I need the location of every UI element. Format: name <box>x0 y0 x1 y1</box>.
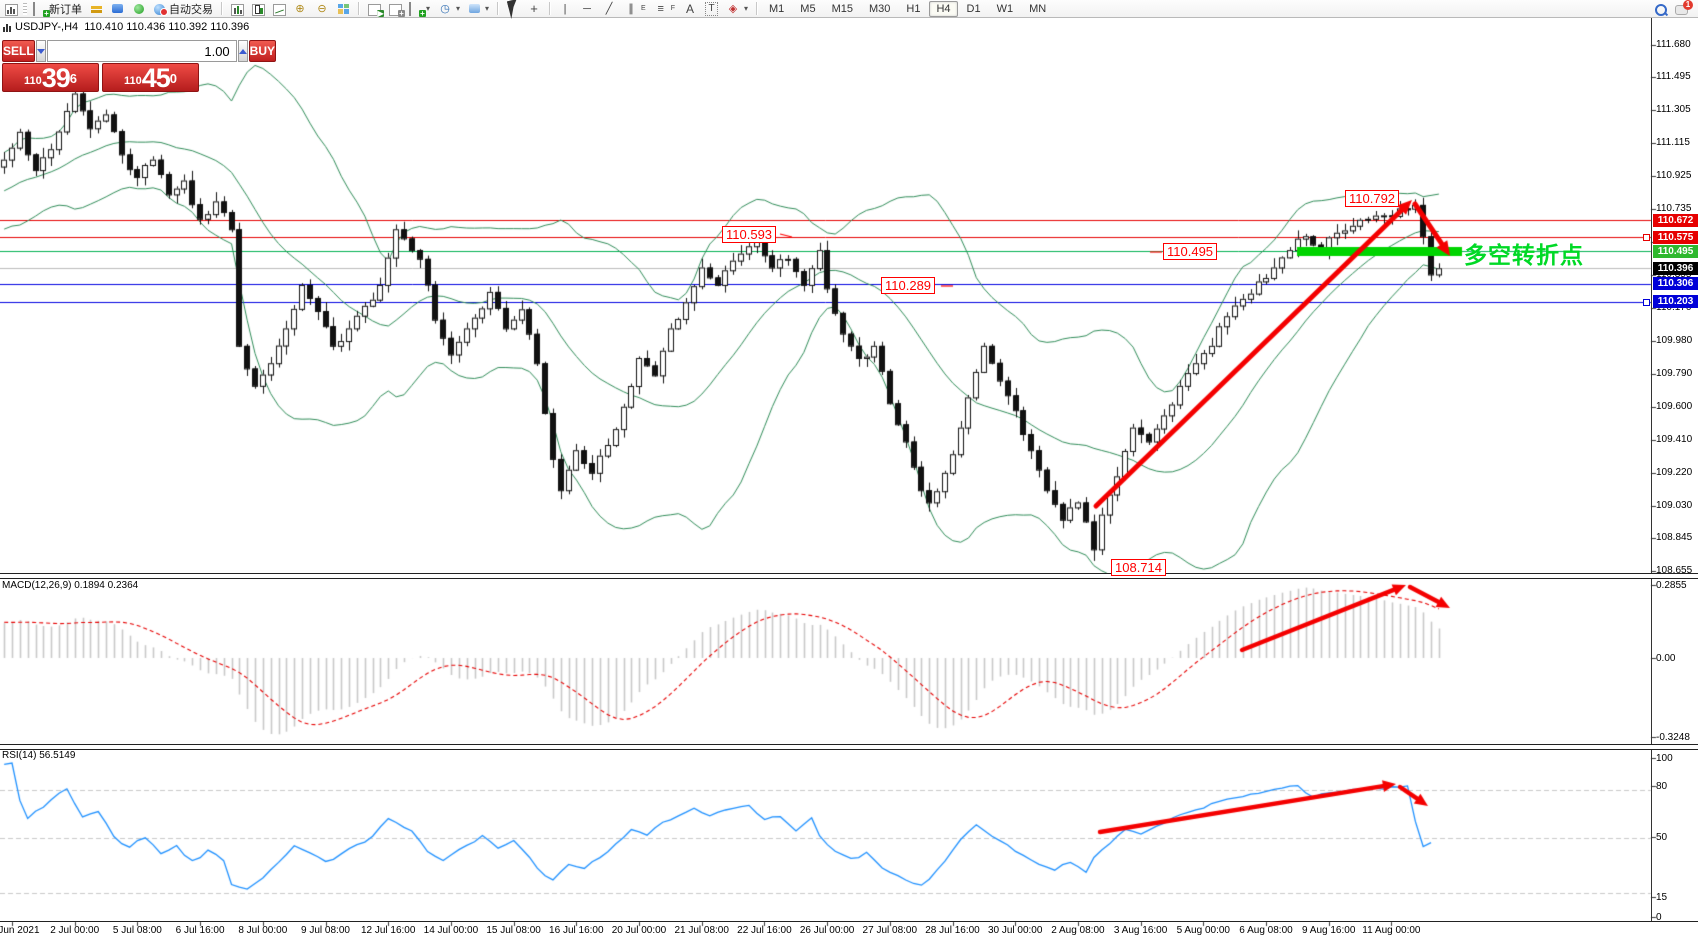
price-annotation-label[interactable]: 110.289 <box>881 277 935 294</box>
time-tick-label: 30 Jul 00:00 <box>988 925 1043 936</box>
price-tick-label: 108.845 <box>1656 532 1692 543</box>
price-tick-label: 111.115 <box>1656 137 1690 148</box>
buy-button[interactable]: BUY <box>249 40 276 62</box>
time-tick-label: 2 Jul 00:00 <box>50 925 99 936</box>
price-level-badge: 110.672 <box>1653 214 1698 227</box>
time-tick-label: 9 Aug 16:00 <box>1302 925 1355 936</box>
price-tick-label: 111.305 <box>1656 104 1691 115</box>
time-tick-label: 20 Jul 00:00 <box>612 925 667 936</box>
time-tick-label: 3 Aug 16:00 <box>1114 925 1167 936</box>
macd-rsi-splitter[interactable] <box>0 744 1698 750</box>
price-annotation-label[interactable]: 110.593 <box>722 226 776 243</box>
time-tick-label: 27 Jul 08:00 <box>863 925 918 936</box>
turning-point-annotation[interactable]: 多空转折点 <box>1464 236 1584 270</box>
price-tick-label: 109.790 <box>1656 368 1692 379</box>
price-tick-label: 110.925 <box>1656 170 1691 181</box>
indicator-tick-label: 80 <box>1656 781 1667 792</box>
time-tick-label: 26 Jul 00:00 <box>800 925 855 936</box>
time-tick-label: 12 Jul 16:00 <box>361 925 416 936</box>
price-tick-label: 109.980 <box>1656 335 1692 346</box>
price-tick-label: 111.495 <box>1656 71 1691 82</box>
mt4-terminal: + 新订单 自动交易 ⊕ ⊖ ▶ + +▾ ◷▾ ▾ + | ─ ╱ ∥E ≡F… <box>0 0 1698 941</box>
time-tick-label: 5 Aug 00:00 <box>1177 925 1230 936</box>
one-click-trading-panel: SELL BUY 110396 110450 <box>2 40 199 92</box>
symbol-period-label: USDJPY-,H4 <box>15 21 78 33</box>
time-tick-label: 6 Aug 08:00 <box>1239 925 1292 936</box>
buy-price-display[interactable]: 110450 <box>102 63 199 92</box>
price-tick-label: 109.600 <box>1656 401 1692 412</box>
lot-decrease-button[interactable] <box>36 40 46 62</box>
price-level-badge: 110.495 <box>1653 245 1698 258</box>
ohlc-values: 110.410 110.436 110.392 110.396 <box>84 21 249 33</box>
price-tick-label: 111.680 <box>1656 39 1691 50</box>
price-level-badge: 110.306 <box>1653 277 1698 290</box>
time-tick-label: 8 Jul 00:00 <box>238 925 287 936</box>
chart-title: USDJPY-,H4 110.410 110.436 110.392 110.3… <box>15 21 249 33</box>
time-tick-label: 28 Jul 16:00 <box>925 925 980 936</box>
time-tick-label: 2 Aug 08:00 <box>1051 925 1104 936</box>
price-tick-label: 109.410 <box>1656 434 1692 445</box>
sell-button[interactable]: SELL <box>2 40 35 62</box>
buy-price-pip: 0 <box>170 64 177 92</box>
sell-price-main: 39 <box>42 65 70 91</box>
chart-title-icon <box>3 24 12 32</box>
time-tick-label: 14 Jul 00:00 <box>424 925 479 936</box>
price-tick-label: 109.030 <box>1656 500 1692 511</box>
macd-indicator-label: MACD(12,26,9) 0.1894 0.2364 <box>2 580 138 591</box>
price-annotation-label[interactable]: 110.792 <box>1345 190 1399 207</box>
time-tick-label: 30 Jun 2021 <box>0 925 40 936</box>
time-tick-label: 15 Jul 08:00 <box>486 925 541 936</box>
buy-price-prefix: 110 <box>124 71 142 91</box>
price-axis-border <box>1651 18 1652 922</box>
sell-price-pip: 6 <box>70 64 77 92</box>
spinner-up-icon <box>239 49 247 54</box>
hline-handle-red[interactable] <box>1643 234 1650 241</box>
buy-price-main: 45 <box>142 65 170 91</box>
time-tick-label: 16 Jul 16:00 <box>549 925 604 936</box>
hline-handle-blue[interactable] <box>1643 299 1650 306</box>
time-tick-label: 9 Jul 08:00 <box>301 925 350 936</box>
indicator-tick-label: 15 <box>1656 892 1667 903</box>
price-tick-label: 109.220 <box>1656 467 1692 478</box>
price-tick-label: 110.735 <box>1656 203 1691 214</box>
rsi-indicator-label: RSI(14) 56.5149 <box>2 750 75 761</box>
time-tick-label: 6 Jul 16:00 <box>176 925 225 936</box>
indicator-tick-label: 100 <box>1656 753 1673 764</box>
indicator-tick-label: 0.00 <box>1656 653 1675 664</box>
sell-price-display[interactable]: 110396 <box>2 63 99 92</box>
main-macd-splitter[interactable] <box>0 573 1698 579</box>
price-level-badge: 110.396 <box>1653 262 1698 275</box>
sell-price-prefix: 110 <box>24 71 42 91</box>
price-level-badge: 110.575 <box>1653 231 1698 244</box>
indicator-tick-label: -0.3248 <box>1656 732 1690 743</box>
lot-size-input[interactable] <box>47 40 237 62</box>
time-tick-label: 11 Aug 00:00 <box>1362 925 1420 936</box>
time-tick-label: 22 Jul 16:00 <box>737 925 792 936</box>
time-axis-border <box>0 921 1698 922</box>
lot-increase-button[interactable] <box>238 40 248 62</box>
spinner-down-icon <box>37 49 45 54</box>
price-annotation-label[interactable]: 108.714 <box>1111 559 1166 576</box>
indicator-tick-label: 0.2855 <box>1656 580 1687 591</box>
indicator-tick-label: 50 <box>1656 832 1667 843</box>
price-level-badge: 110.203 <box>1653 295 1698 308</box>
chart-canvas[interactable] <box>0 0 1698 941</box>
time-tick-label: 21 Jul 08:00 <box>674 925 729 936</box>
time-tick-label: 5 Jul 08:00 <box>113 925 162 936</box>
price-annotation-label[interactable]: 110.495 <box>1163 243 1217 260</box>
